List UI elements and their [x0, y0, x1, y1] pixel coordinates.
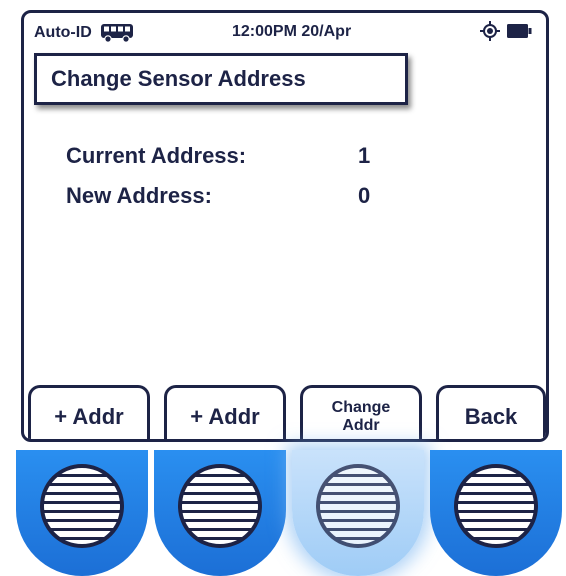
- status-mode: Auto-ID: [34, 23, 134, 43]
- softkey-add-addr-2[interactable]: + Addr: [164, 385, 286, 439]
- status-bar: Auto-ID 12:00PM 20/Apr: [24, 13, 546, 53]
- current-address-label: Current Address:: [66, 143, 247, 168]
- hardware-key-3[interactable]: [292, 450, 424, 576]
- hardware-key-4[interactable]: [430, 450, 562, 576]
- new-address-label: New Address:: [66, 183, 212, 208]
- softkey-add-addr-1[interactable]: + Addr: [28, 385, 150, 439]
- softkey-label-line1: Change: [331, 398, 391, 416]
- hardware-key-2[interactable]: [154, 450, 286, 576]
- current-address-value: 1: [358, 143, 371, 168]
- softkey-label: Back: [464, 403, 518, 429]
- mode-label: Auto-ID: [34, 24, 92, 41]
- softkey-label-line2: Addr: [342, 416, 380, 434]
- status-icons: [480, 21, 532, 41]
- page-title: Change Sensor Address: [34, 53, 408, 105]
- time-date: 12:00PM 20/Apr: [232, 23, 352, 40]
- softkey-bar: + Addr + Addr Change Addr Back: [24, 385, 546, 439]
- softkey-change-addr[interactable]: Change Addr: [300, 385, 422, 439]
- softkey-label: + Addr: [54, 403, 124, 429]
- speaker-grille-icon: [40, 464, 124, 548]
- speaker-grille-icon: [454, 464, 538, 548]
- bus-icon: [100, 24, 133, 43]
- battery-icon: [507, 24, 532, 38]
- new-address-value: 0: [358, 183, 371, 208]
- speaker-grille-icon: [178, 464, 262, 548]
- softkey-label: + Addr: [190, 403, 260, 429]
- softkey-back[interactable]: Back: [436, 385, 546, 439]
- device-screen: Auto-ID 12:00PM 20/Apr Change Sensor Add…: [21, 10, 549, 442]
- gps-icon: [480, 21, 500, 41]
- speaker-grille-icon: [316, 464, 400, 548]
- hardware-key-1[interactable]: [16, 450, 148, 576]
